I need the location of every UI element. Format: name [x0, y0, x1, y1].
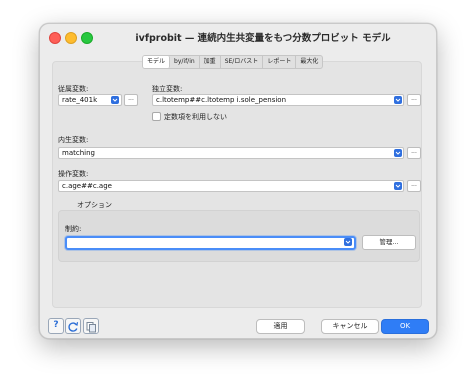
- zoom-window-button[interactable]: [81, 32, 93, 44]
- help-icon: ?: [53, 320, 59, 330]
- tab-weights[interactable]: 加重: [200, 56, 221, 68]
- chevron-down-icon: [345, 240, 351, 244]
- tab-reporting[interactable]: レポート: [263, 56, 297, 68]
- constraints-dropdown[interactable]: [344, 238, 352, 246]
- reset-button[interactable]: [65, 318, 81, 334]
- endogenous-variables-field[interactable]: matching: [58, 147, 404, 159]
- refresh-icon: [68, 322, 79, 332]
- tab-model[interactable]: モデル: [143, 56, 171, 68]
- independent-variables-browse-button[interactable]: ...: [407, 94, 421, 106]
- instrumental-variables-browse-button[interactable]: ...: [407, 180, 421, 192]
- no-constant-checkbox[interactable]: [152, 112, 161, 121]
- dialog-window: ivfprobit — 連続内生共変量をもつ分数プロビット モデル モデル by…: [39, 23, 437, 339]
- window-title: ivfprobit — 連続内生共変量をもつ分数プロビット モデル: [135, 33, 391, 44]
- title-bar: ivfprobit — 連続内生共変量をもつ分数プロビット モデル: [40, 24, 436, 50]
- endogenous-variables-browse-button[interactable]: ...: [407, 147, 421, 159]
- chevron-down-icon: [395, 151, 401, 155]
- no-constant-label: 定数項を利用しない: [164, 113, 227, 121]
- options-group-label: オプション: [77, 201, 112, 209]
- copy-command-button[interactable]: [83, 318, 99, 334]
- instrumental-variables-dropdown[interactable]: [394, 182, 402, 190]
- independent-variables-dropdown[interactable]: [394, 96, 402, 104]
- instrumental-variables-field[interactable]: c.age##c.age: [58, 180, 404, 192]
- help-button[interactable]: ?: [48, 318, 64, 334]
- tab-maximization[interactable]: 最大化: [296, 56, 322, 68]
- dependent-variable-browse-button[interactable]: ...: [124, 94, 138, 106]
- apply-button[interactable]: 適用: [256, 319, 305, 334]
- endogenous-variables-label: 内生変数:: [58, 136, 89, 144]
- tab-bar: モデル by/if/in 加重 SE/ロバスト レポート 最大化: [142, 55, 324, 69]
- tab-se-robust[interactable]: SE/ロバスト: [221, 56, 264, 68]
- chevron-down-icon: [112, 98, 118, 102]
- independent-variables-label: 独立変数:: [152, 85, 183, 93]
- manage-constraints-button[interactable]: 管理...: [362, 235, 416, 250]
- constraints-field[interactable]: [65, 236, 356, 250]
- independent-variables-field[interactable]: c.ltotemp##c.ltotemp i.sole_pension: [152, 94, 404, 106]
- close-window-button[interactable]: [49, 32, 61, 44]
- minimize-window-button[interactable]: [65, 32, 77, 44]
- copy-icon: [86, 322, 96, 333]
- tab-by-if-in[interactable]: by/if/in: [170, 56, 200, 68]
- endogenous-variables-dropdown[interactable]: [394, 149, 402, 157]
- dependent-variable-label: 従属変数:: [58, 85, 89, 93]
- chevron-down-icon: [395, 184, 401, 188]
- cancel-button[interactable]: キャンセル: [321, 319, 379, 334]
- constraints-label: 制約:: [65, 225, 82, 233]
- chevron-down-icon: [395, 98, 401, 102]
- dependent-variable-dropdown[interactable]: [111, 96, 119, 104]
- ok-button[interactable]: OK: [381, 319, 429, 334]
- instrumental-variables-label: 操作変数:: [58, 170, 89, 178]
